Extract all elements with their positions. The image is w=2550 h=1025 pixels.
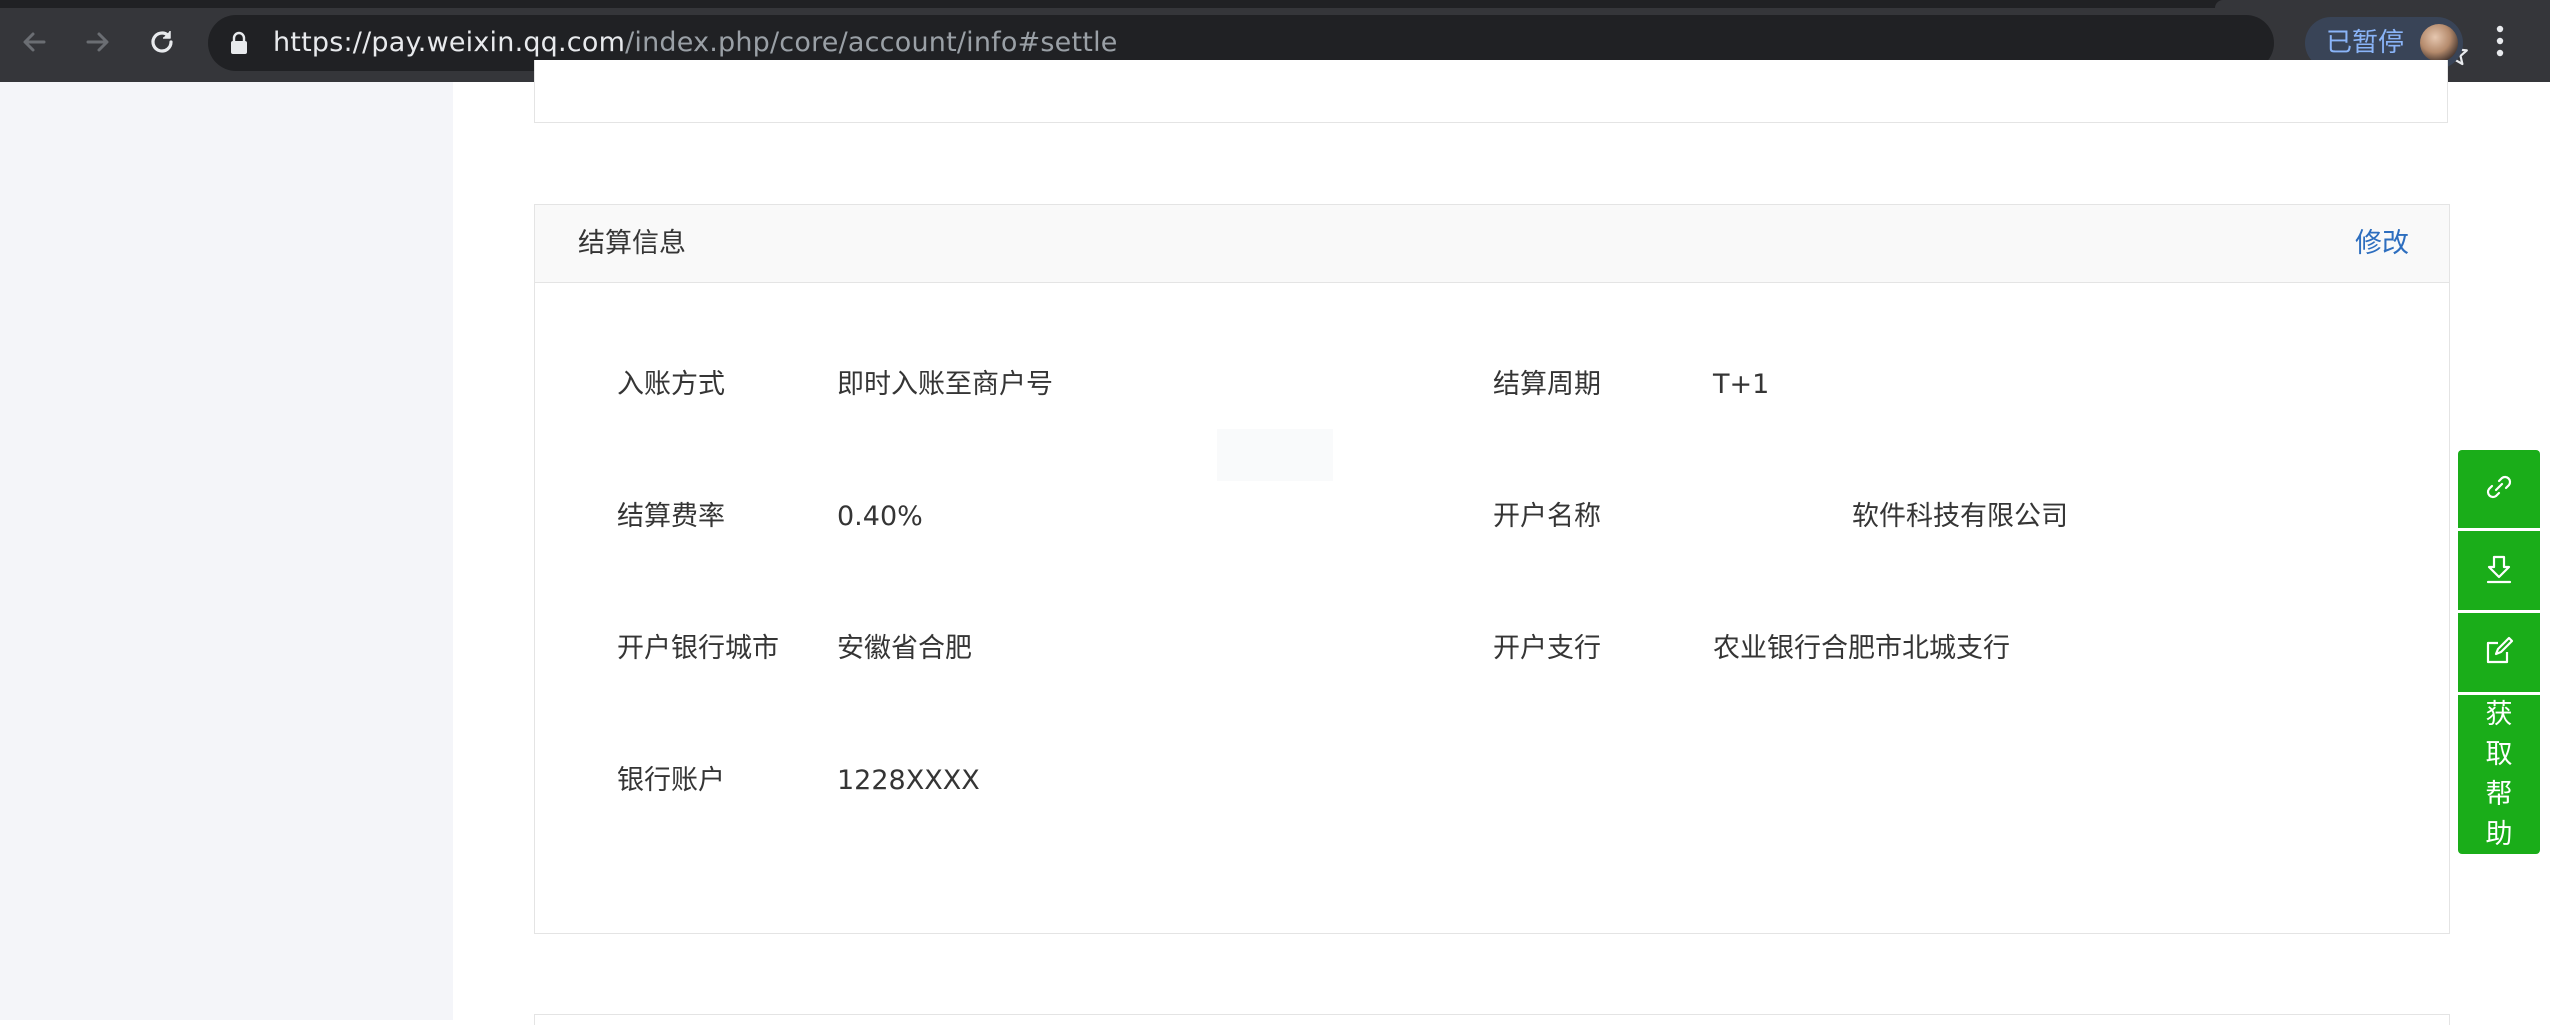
field-value-bank-city: 安徽省合肥: [837, 633, 972, 664]
tab-strip-edge: [0, 0, 2550, 8]
panel-title: 结算信息: [578, 228, 686, 259]
field-label-settle-cycle: 结算周期: [1493, 369, 1601, 400]
previous-panel: [534, 60, 2448, 123]
link-button[interactable]: [2458, 450, 2540, 528]
reload-icon[interactable]: [142, 22, 182, 62]
help-button[interactable]: 获取帮助: [2458, 695, 2540, 854]
settle-panel: 结算信息 修改 入账方式 即时入账至商户号 结算周期 T+1 结算费率 0.40…: [534, 204, 2450, 934]
placeholder-box: [1217, 429, 1333, 481]
download-button[interactable]: [2458, 531, 2540, 610]
back-icon[interactable]: [14, 22, 54, 62]
link-icon: [2481, 469, 2517, 509]
panel-header: 结算信息 修改: [535, 205, 2449, 283]
forward-icon[interactable]: [78, 22, 118, 62]
menu-icon[interactable]: [2493, 23, 2507, 63]
field-label-bank-branch: 开户支行: [1493, 633, 1601, 664]
url-text[interactable]: https://pay.weixin.qq.com/index.php/core…: [273, 27, 1118, 59]
profile-status-label: 已暂停: [2326, 28, 2405, 58]
active-tab-edge: [2215, 0, 2550, 8]
url-host: https://pay.weixin.qq.com: [273, 27, 626, 58]
edit-button[interactable]: [2458, 613, 2540, 692]
edit-link[interactable]: 修改: [2355, 226, 2409, 262]
url-path: /index.php/core/account/info#settle: [625, 27, 1118, 58]
sidebar: [0, 82, 453, 1020]
field-label-entry-method: 入账方式: [617, 369, 725, 400]
field-label-account-name: 开户名称: [1493, 501, 1601, 532]
field-value-settle-rate: 0.40%: [837, 501, 923, 532]
field-label-bank-account: 银行账户: [617, 765, 725, 796]
avatar: [2420, 24, 2458, 62]
lock-icon[interactable]: [230, 31, 248, 59]
edit-icon: [2481, 633, 2517, 673]
download-icon: [2481, 551, 2517, 591]
field-value-bank-account: 1228XXXX: [837, 765, 980, 796]
help-label: 获取帮助: [2485, 698, 2513, 850]
field-value-bank-branch: 农业银行合肥市北城支行: [1713, 633, 2010, 664]
field-value-account-name: 软件科技有限公司: [1852, 501, 2068, 532]
field-value-entry-method: 即时入账至商户号: [837, 369, 1053, 400]
field-value-settle-cycle: T+1: [1713, 369, 1770, 400]
field-label-settle-rate: 结算费率: [617, 501, 725, 532]
field-label-bank-city: 开户银行城市: [617, 633, 779, 664]
